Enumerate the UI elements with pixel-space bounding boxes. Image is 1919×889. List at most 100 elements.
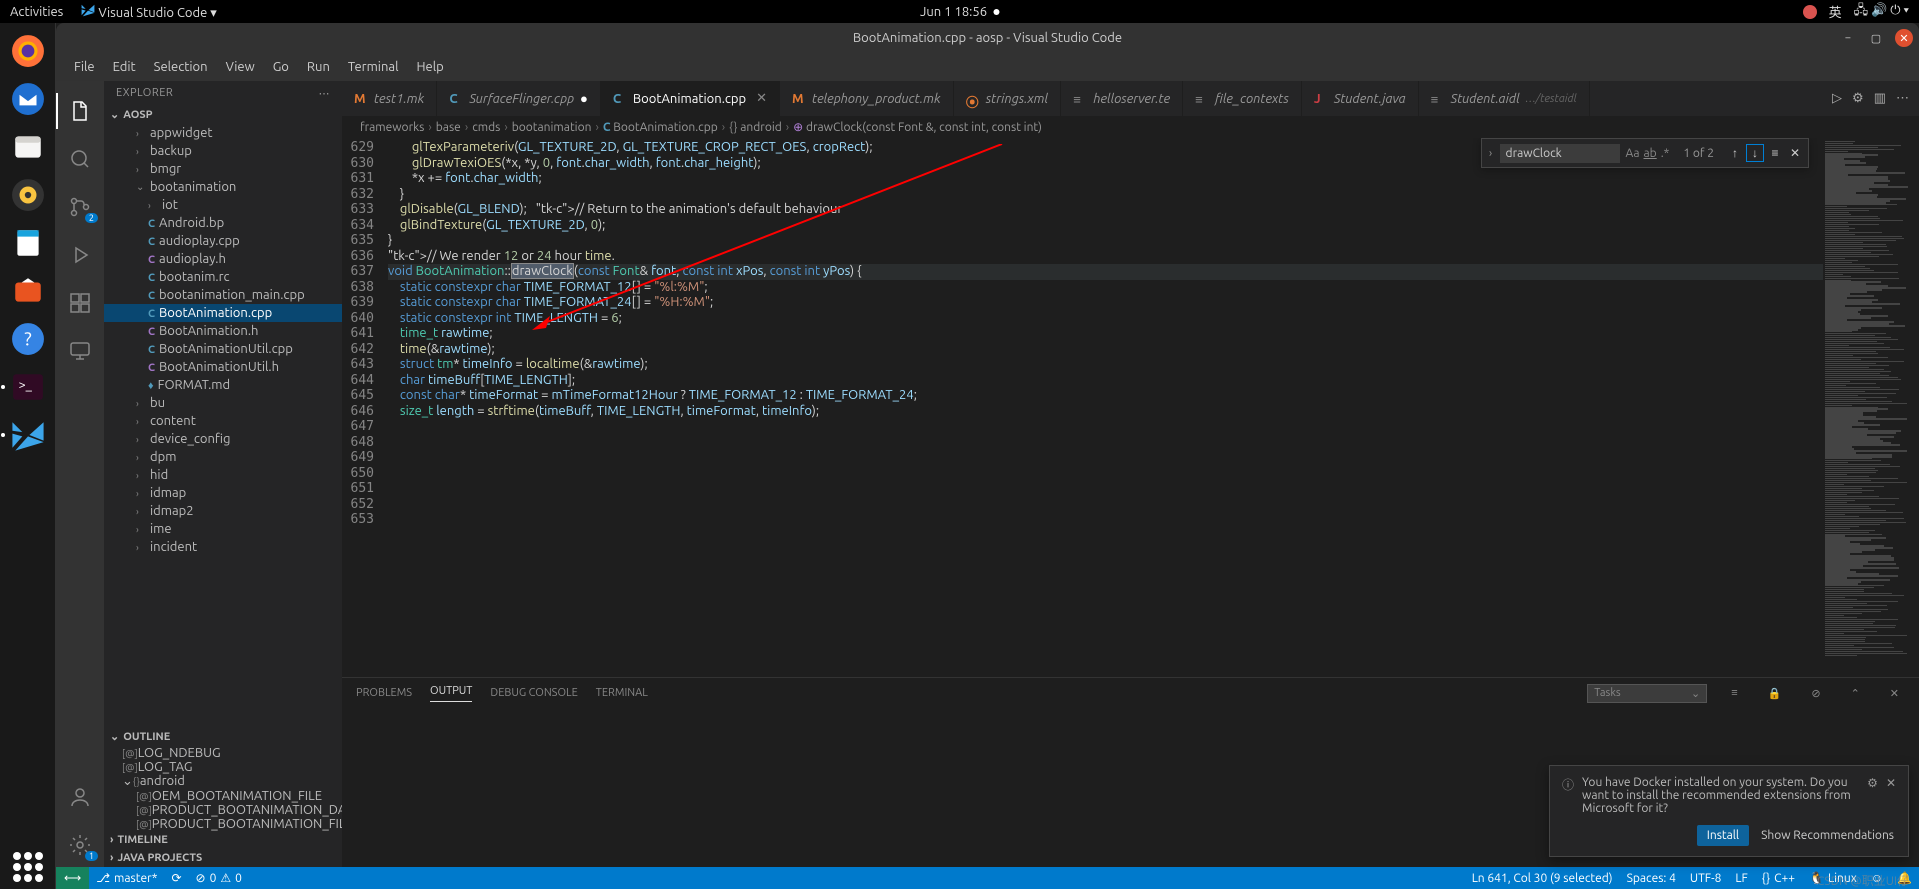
panel-close-icon[interactable]: ✕ <box>1884 687 1905 700</box>
outline-item[interactable]: LOG_TAG <box>104 760 342 774</box>
find-close-button[interactable]: ✕ <box>1786 144 1804 162</box>
tree-item-bootanimation[interactable]: ⌄bootanimation <box>104 178 342 196</box>
cursor-position[interactable]: Ln 641, Col 30 (9 selected) <box>1465 872 1620 885</box>
dock-app-software[interactable] <box>6 269 50 313</box>
activity-source-control[interactable]: 2 <box>56 185 104 229</box>
run-icon[interactable]: ▷ <box>1832 91 1842 106</box>
tree-item-content[interactable]: ›content <box>104 412 342 430</box>
breadcrumb-segment[interactable]: {} android <box>729 121 782 134</box>
tree-item-hid[interactable]: ›hid <box>104 466 342 484</box>
breadcrumb-segment[interactable]: bootanimation <box>512 121 592 134</box>
branch-indicator[interactable]: ⎇ master* <box>89 871 164 885</box>
menu-view[interactable]: View <box>218 56 263 78</box>
panel-lock-icon[interactable]: 🔒 <box>1762 687 1788 700</box>
window-close-button[interactable]: ✕ <box>1895 29 1913 47</box>
update-indicator-icon[interactable] <box>1803 5 1817 19</box>
panel-tab-problems[interactable]: PROBLEMS <box>356 687 412 699</box>
tree-item-idmap2[interactable]: ›idmap2 <box>104 502 342 520</box>
dock-app-grid[interactable] <box>6 845 50 889</box>
breadcrumb-segment[interactable]: cmds <box>472 121 500 134</box>
encoding-status[interactable]: UTF-8 <box>1683 872 1728 885</box>
tree-item-bootanimation-cpp[interactable]: BootAnimation.cpp <box>104 304 342 322</box>
timeline-section[interactable]: ›TIMELINE <box>104 831 342 849</box>
split-icon[interactable]: ⚙ <box>1852 91 1864 106</box>
code-editor[interactable]: 629 630 631 632 633 634 635 636 637 638 … <box>342 138 1919 677</box>
dock-app-document[interactable] <box>6 221 50 265</box>
activity-settings[interactable]: 1 <box>56 823 104 867</box>
menu-selection[interactable]: Selection <box>146 56 216 78</box>
tree-item-bootanimationutil-cpp[interactable]: BootAnimationUtil.cpp <box>104 340 342 358</box>
menu-file[interactable]: File <box>66 56 103 78</box>
minimap[interactable] <box>1823 138 1919 677</box>
breadcrumb-segment[interactable]: frameworks <box>360 121 424 134</box>
show-recommendations-button[interactable]: Show Recommendations <box>1759 825 1896 846</box>
tab-student-aidl[interactable]: ≡Student.aidl…/testaidl <box>1419 81 1590 116</box>
dock-app-help[interactable]: ? <box>6 317 50 361</box>
tree-item-ime[interactable]: ›ime <box>104 520 342 538</box>
outline-item[interactable]: ⌄android <box>104 774 342 789</box>
find-expand-icon[interactable]: › <box>1482 147 1500 160</box>
remote-indicator[interactable]: ⟷ <box>56 867 89 889</box>
panel-filter-icon[interactable]: ≡ <box>1725 687 1743 699</box>
find-next-button[interactable]: ↓ <box>1746 144 1764 162</box>
tab-bootanimation-cpp[interactable]: CBootAnimation.cpp✕ <box>601 81 780 116</box>
tree-item-incident[interactable]: ›incident <box>104 538 342 556</box>
tree-item-bu[interactable]: ›bu <box>104 394 342 412</box>
toast-close-button[interactable]: ✕ <box>1886 776 1896 790</box>
activity-search[interactable] <box>56 137 104 181</box>
panel-tab-terminal[interactable]: TERMINAL <box>596 687 648 699</box>
tree-item-dpm[interactable]: ›dpm <box>104 448 342 466</box>
find-selection-icon[interactable]: ≡ <box>1766 144 1784 162</box>
toast-settings-icon[interactable]: ⚙ <box>1867 776 1878 790</box>
eol-status[interactable]: LF <box>1728 872 1754 885</box>
window-minimize-button[interactable]: − <box>1839 29 1857 47</box>
tasks-dropdown[interactable]: Tasks⌄ <box>1587 684 1707 703</box>
explorer-section-header[interactable]: ⌄AOSP <box>104 105 342 124</box>
tree-item-appwidget[interactable]: ›appwidget <box>104 124 342 142</box>
outline-item[interactable]: PRODUCT_BOOTANIMATION_DARK_… <box>104 803 342 817</box>
outline-section[interactable]: ⌄OUTLINE <box>104 727 342 746</box>
activities-button[interactable]: Activities <box>10 5 63 19</box>
dock-app-files[interactable] <box>6 125 50 169</box>
more-icon[interactable]: ⋯ <box>1896 91 1909 106</box>
ime-indicator[interactable]: 英 <box>1829 2 1842 21</box>
tree-item-bootanim-rc[interactable]: bootanim.rc <box>104 268 342 286</box>
active-app-name[interactable]: Visual Studio Code ▾ <box>81 3 216 21</box>
tree-item-iot[interactable]: ›iot <box>104 196 342 214</box>
tree-item-device_config[interactable]: ›device_config <box>104 430 342 448</box>
dock-app-rhythmbox[interactable] <box>6 173 50 217</box>
find-prev-button[interactable]: ↑ <box>1726 144 1744 162</box>
match-case-icon[interactable]: Aa <box>1626 147 1640 160</box>
activity-extensions[interactable] <box>56 281 104 325</box>
panel-clear-icon[interactable]: ⊘ <box>1805 687 1826 700</box>
explorer-more-icon[interactable]: ⋯ <box>319 87 331 100</box>
menu-run[interactable]: Run <box>299 56 338 78</box>
tab-helloserver-te[interactable]: ≡helloserver.te <box>1061 81 1183 116</box>
tree-item-backup[interactable]: ›backup <box>104 142 342 160</box>
tree-item-format-md[interactable]: FORMAT.md <box>104 376 342 394</box>
tree-item-android-bp[interactable]: Android.bp <box>104 214 342 232</box>
tree-item-bmgr[interactable]: ›bmgr <box>104 160 342 178</box>
tree-item-bootanimation-h[interactable]: BootAnimation.h <box>104 322 342 340</box>
clock[interactable]: Jun 1 18:56 <box>920 5 987 19</box>
activity-explorer[interactable] <box>56 89 104 133</box>
outline-item[interactable]: PRODUCT_BOOTANIMATION_FILE <box>104 817 342 831</box>
code-content[interactable]: glTexParameteriv(GL_TEXTURE_2D, GL_TEXTU… <box>388 138 1823 677</box>
breadcrumb-segment[interactable]: base <box>436 121 461 134</box>
menu-edit[interactable]: Edit <box>105 56 144 78</box>
menu-help[interactable]: Help <box>408 56 451 78</box>
breadcrumb-segment[interactable]: C BootAnimation.cpp <box>603 121 718 134</box>
dock-app-firefox[interactable] <box>6 29 50 73</box>
tab-telephony_product-mk[interactable]: Mtelephony_product.mk <box>780 81 954 116</box>
activity-remote[interactable] <box>56 329 104 373</box>
java-projects-section[interactable]: ›JAVA PROJECTS <box>104 849 342 867</box>
activity-run-debug[interactable] <box>56 233 104 277</box>
menu-go[interactable]: Go <box>265 56 297 78</box>
outline-item[interactable]: LOG_NDEBUG <box>104 746 342 760</box>
tree-item-bootanimation_main-cpp[interactable]: bootanimation_main.cpp <box>104 286 342 304</box>
tab-surfaceflinger-cpp[interactable]: CSurfaceFlinger.cpp● <box>437 81 601 116</box>
dock-app-thunderbird[interactable] <box>6 77 50 121</box>
install-button[interactable]: Install <box>1697 825 1749 846</box>
language-mode[interactable]: {} C++ <box>1755 872 1802 885</box>
panel-maximize-icon[interactable]: ⌃ <box>1845 687 1866 700</box>
